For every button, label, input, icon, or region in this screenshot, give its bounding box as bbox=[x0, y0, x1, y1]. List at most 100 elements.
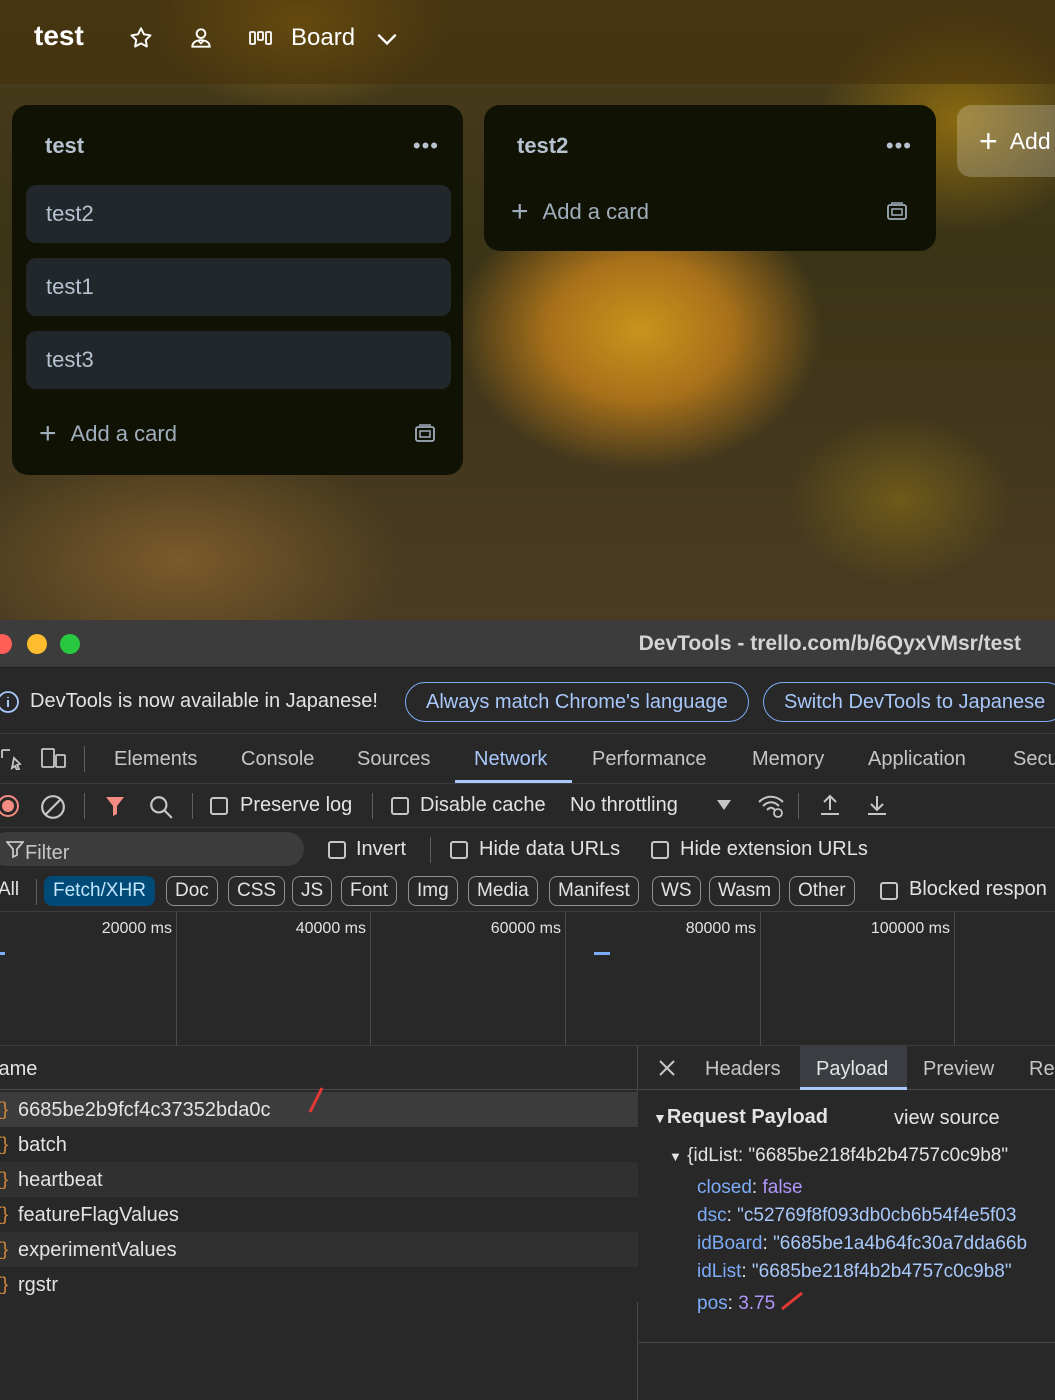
members-icon[interactable] bbox=[188, 24, 214, 52]
throttling-select[interactable]: No throttling bbox=[570, 794, 678, 817]
always-match-language-button[interactable]: Always match Chrome's language bbox=[405, 682, 749, 722]
triangle-down-icon: ▼ bbox=[653, 1110, 667, 1126]
filter-funnel-icon[interactable] bbox=[104, 794, 126, 818]
table-row[interactable]: {} experimentValues bbox=[0, 1232, 638, 1267]
add-list-label: Add bbox=[1009, 127, 1051, 154]
tab-payload[interactable]: Payload bbox=[816, 1058, 888, 1081]
search-icon[interactable] bbox=[148, 794, 174, 820]
request-name: rgstr bbox=[18, 1274, 58, 1296]
table-row[interactable]: {} batch bbox=[0, 1127, 638, 1162]
tab-network[interactable]: Network bbox=[474, 748, 547, 771]
more-icon[interactable]: ••• bbox=[413, 133, 439, 159]
name-column-header[interactable]: lame bbox=[0, 1058, 37, 1081]
list-title[interactable]: test2 bbox=[517, 133, 568, 159]
field-value: 3.75 bbox=[738, 1293, 776, 1314]
table-row[interactable]: {} heartbeat bbox=[0, 1162, 638, 1197]
board-view-label[interactable]: Board bbox=[291, 24, 355, 52]
more-icon[interactable]: ••• bbox=[886, 133, 912, 159]
clear-icon[interactable] bbox=[40, 794, 66, 820]
hide-extension-urls-checkbox[interactable] bbox=[651, 841, 669, 859]
preserve-log-checkbox[interactable] bbox=[210, 797, 228, 815]
resource-type-filters: All Fetch/XHR Doc CSS JS Font Img Media … bbox=[0, 872, 1055, 912]
blocked-responses-label: Blocked respon bbox=[909, 878, 1047, 900]
invert-checkbox[interactable] bbox=[328, 841, 346, 859]
table-row[interactable]: {} rgstr bbox=[0, 1267, 638, 1302]
network-timeline-overview[interactable]: 20000 ms 40000 ms 60000 ms 80000 ms 1000… bbox=[0, 912, 1055, 1046]
blocked-responses-checkbox[interactable] bbox=[880, 882, 898, 900]
type-img[interactable]: Img bbox=[408, 876, 458, 906]
add-card-button[interactable]: + Add a card bbox=[511, 197, 649, 227]
triangle-down-icon: ▼ bbox=[669, 1149, 682, 1164]
table-row[interactable]: {} featureFlagValues bbox=[0, 1197, 638, 1232]
chevron-down-icon[interactable] bbox=[374, 24, 400, 52]
type-other[interactable]: Other bbox=[789, 876, 855, 906]
close-icon[interactable] bbox=[657, 1058, 677, 1078]
payload-summary[interactable]: ▼ {idList: "6685be218f4b2b4757c0c9b8" bbox=[669, 1145, 1008, 1167]
type-ws[interactable]: WS bbox=[652, 876, 701, 906]
request-list: lame {} 6685be2b9fcf4c37352bda0c {} batc… bbox=[0, 1046, 638, 1400]
type-media[interactable]: Media bbox=[468, 876, 538, 906]
payload-field-idlist: idList: "6685be218f4b2b4757c0c9b8" bbox=[697, 1261, 1012, 1282]
field-key: idList bbox=[697, 1261, 742, 1282]
filter-input[interactable]: Filter bbox=[0, 832, 304, 866]
tab-console[interactable]: Console bbox=[241, 748, 314, 771]
type-css[interactable]: CSS bbox=[228, 876, 286, 906]
type-font[interactable]: Font bbox=[341, 876, 398, 906]
card[interactable]: test3 bbox=[26, 331, 451, 389]
inspect-element-icon[interactable] bbox=[0, 746, 22, 770]
xhr-icon: {} bbox=[0, 1204, 9, 1224]
switch-to-japanese-button[interactable]: Switch DevTools to Japanese bbox=[763, 682, 1055, 722]
timeline-request-mark bbox=[0, 952, 5, 955]
disable-cache-label: Disable cache bbox=[420, 794, 546, 816]
tab-security[interactable]: Secu bbox=[1013, 748, 1055, 771]
tab-performance[interactable]: Performance bbox=[592, 748, 707, 771]
type-manifest[interactable]: Manifest bbox=[549, 876, 639, 906]
download-icon[interactable] bbox=[865, 792, 889, 818]
network-conditions-icon[interactable] bbox=[756, 792, 786, 820]
list-title[interactable]: test bbox=[45, 133, 84, 159]
maximize-window-button[interactable] bbox=[60, 634, 80, 654]
tab-sources[interactable]: Sources bbox=[357, 748, 430, 771]
tab-application[interactable]: Application bbox=[868, 748, 966, 771]
dropdown-arrow-icon[interactable] bbox=[716, 798, 732, 812]
request-payload-section[interactable]: ▼Request Payload bbox=[653, 1106, 828, 1129]
type-wasm[interactable]: Wasm bbox=[709, 876, 781, 906]
type-doc[interactable]: Doc bbox=[166, 876, 218, 906]
minimize-window-button[interactable] bbox=[27, 634, 47, 654]
tab-preview[interactable]: Preview bbox=[923, 1058, 994, 1081]
infobar-message: DevTools is now available in Japanese! bbox=[30, 690, 378, 712]
type-js[interactable]: JS bbox=[292, 876, 333, 906]
add-card-button[interactable]: + Add a card bbox=[39, 419, 177, 449]
disable-cache-checkbox[interactable] bbox=[391, 797, 409, 815]
table-row[interactable]: {} 6685be2b9fcf4c37352bda0c bbox=[0, 1087, 638, 1127]
view-source-link[interactable]: view source bbox=[894, 1107, 1000, 1130]
card-template-icon[interactable] bbox=[886, 201, 908, 223]
tab-memory[interactable]: Memory bbox=[752, 748, 824, 771]
card[interactable]: test1 bbox=[26, 258, 451, 316]
add-card-label: Add a card bbox=[542, 199, 649, 224]
board-title[interactable]: test bbox=[34, 20, 84, 52]
device-toolbar-icon[interactable] bbox=[40, 746, 68, 770]
list-test2: test2 ••• + Add a card bbox=[484, 105, 936, 251]
tab-response[interactable]: Re bbox=[1029, 1058, 1055, 1081]
type-all[interactable]: All bbox=[0, 876, 27, 906]
devtools-titlebar: DevTools - trello.com/b/6QyxVMsr/test bbox=[0, 620, 1055, 668]
tab-headers[interactable]: Headers bbox=[705, 1058, 781, 1081]
hide-extension-urls-label: Hide extension URLs bbox=[680, 838, 868, 860]
request-name: experimentValues bbox=[18, 1239, 177, 1261]
record-icon[interactable] bbox=[0, 794, 20, 818]
tab-elements[interactable]: Elements bbox=[114, 748, 197, 771]
type-fetch-xhr[interactable]: Fetch/XHR bbox=[44, 876, 155, 906]
add-list-button[interactable]: + Add bbox=[957, 105, 1055, 177]
invert-label: Invert bbox=[356, 838, 407, 860]
upload-icon[interactable] bbox=[818, 792, 842, 818]
timeline-label: 80000 ms bbox=[685, 920, 756, 937]
request-detail-panel: Headers Payload Preview Re ▼Request Payl… bbox=[639, 1046, 1055, 1400]
hide-data-urls-checkbox[interactable] bbox=[450, 841, 468, 859]
board-view-icon[interactable] bbox=[248, 24, 274, 52]
card[interactable]: test2 bbox=[26, 185, 451, 243]
xhr-icon: {} bbox=[0, 1134, 9, 1154]
close-window-button[interactable] bbox=[0, 634, 12, 654]
star-icon[interactable] bbox=[128, 24, 154, 52]
card-template-icon[interactable] bbox=[414, 423, 436, 445]
